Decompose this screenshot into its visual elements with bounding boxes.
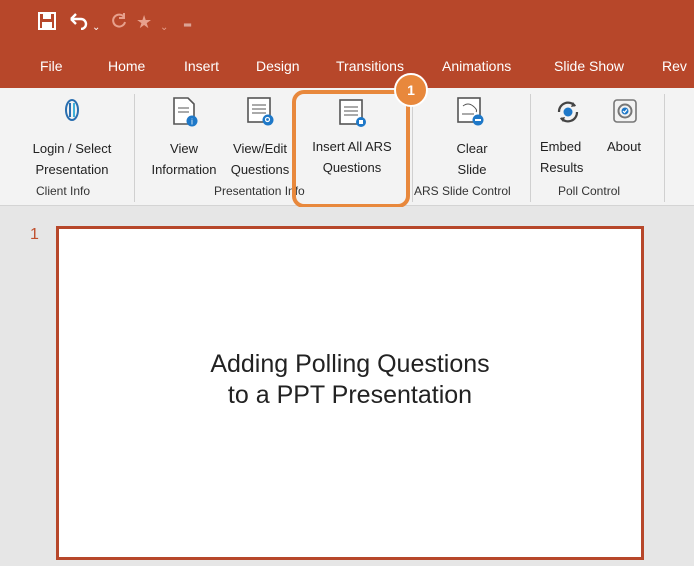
- group-label-poll-control: Poll Control: [558, 184, 621, 198]
- group-divider: [134, 94, 135, 202]
- group-divider: [412, 94, 413, 202]
- clear-slide-icon: [456, 96, 486, 134]
- document-info-icon: i: [172, 96, 198, 134]
- tab-insert[interactable]: Insert: [184, 58, 219, 74]
- clear-slide-label: Clear Slide: [456, 141, 488, 177]
- star-icon[interactable]: ★: [136, 12, 152, 32]
- tab-animations[interactable]: Animations: [442, 58, 511, 74]
- about-gear-icon: [612, 98, 638, 130]
- slide-title: Adding Polling Questions to a PPT Presen…: [210, 350, 490, 409]
- view-edit-questions-label: View/Edit Questions: [230, 141, 290, 177]
- view-information-label: View Information: [151, 141, 217, 177]
- tab-file[interactable]: File: [40, 58, 63, 74]
- title-bar: ⌄ ★ ⌄ ═: [0, 0, 694, 44]
- clear-slide-button[interactable]: Clear Slide: [432, 96, 512, 180]
- undo-dropdown-icon[interactable]: ⌄: [92, 18, 100, 38]
- save-icon[interactable]: [38, 12, 56, 34]
- login-select-presentation-button[interactable]: Login / Select Presentation: [24, 96, 120, 180]
- embed-results-button[interactable]: Embed Results: [540, 96, 598, 178]
- login-select-label: Login / Select Presentation: [32, 141, 112, 177]
- group-divider: [530, 94, 531, 202]
- star-dropdown-icon[interactable]: ⌄: [160, 18, 168, 38]
- customize-qat-icon[interactable]: ═: [184, 16, 191, 36]
- tab-design[interactable]: Design: [256, 58, 300, 74]
- ribbon-tabs: File Home Insert Design Transitions Anim…: [0, 44, 694, 88]
- slide-thumbnail[interactable]: Adding Polling Questions to a PPT Presen…: [56, 226, 644, 560]
- callout-highlight-box: [292, 90, 410, 208]
- slide-number: 1: [30, 226, 39, 243]
- question-list-search-icon: [246, 96, 276, 134]
- about-label: About: [607, 139, 641, 154]
- group-divider: [664, 94, 665, 202]
- view-information-button[interactable]: i View Information: [142, 96, 226, 180]
- tab-slide-show[interactable]: Slide Show: [554, 58, 624, 74]
- svg-text:i: i: [191, 118, 193, 127]
- embed-refresh-icon: [554, 98, 582, 132]
- view-edit-questions-button[interactable]: View/Edit Questions: [226, 96, 294, 180]
- tab-transitions[interactable]: Transitions: [336, 58, 404, 74]
- callout-step-badge: 1: [394, 73, 428, 107]
- redo-icon[interactable]: [110, 12, 128, 34]
- about-button[interactable]: About: [600, 96, 648, 157]
- embed-results-label: Embed Results: [540, 139, 584, 175]
- group-label-client-info: Client Info: [36, 184, 91, 198]
- tab-review[interactable]: Rev: [662, 58, 687, 74]
- undo-icon[interactable]: [68, 12, 88, 34]
- tab-home[interactable]: Home: [108, 58, 145, 74]
- login-logo-icon: [60, 98, 84, 128]
- group-label-ars-slide-control: ARS Slide Control: [414, 184, 511, 198]
